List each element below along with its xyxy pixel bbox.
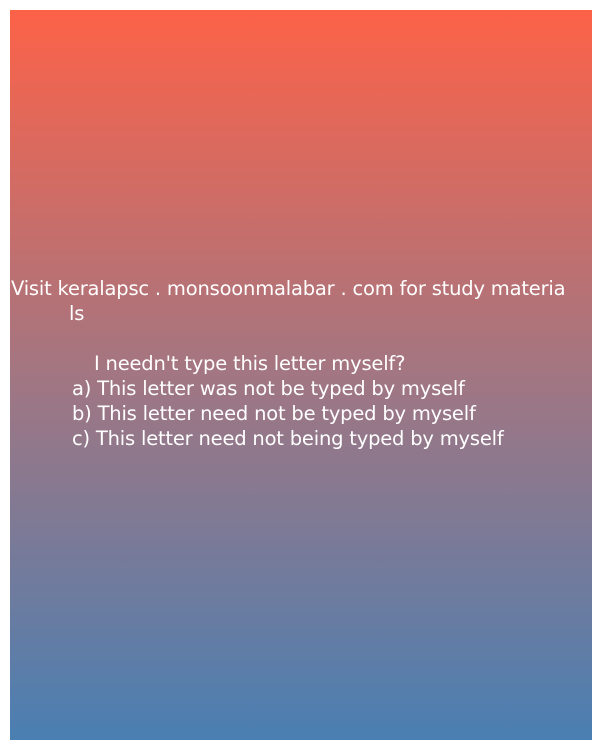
watermark-line-2: ls [69,302,85,325]
option-b: b) This letter need not be typed by myse… [72,402,476,425]
option-a: a) This letter was not be typed by mysel… [72,377,465,400]
watermark-line-1: Visit keralapsc . monsoonmalabar . com f… [11,277,566,300]
option-c: c) This letter need not being typed by m… [72,427,504,450]
question-card: Visit keralapsc . monsoonmalabar . com f… [10,10,592,740]
question-prompt: I needn't type this letter myself? [94,352,406,375]
